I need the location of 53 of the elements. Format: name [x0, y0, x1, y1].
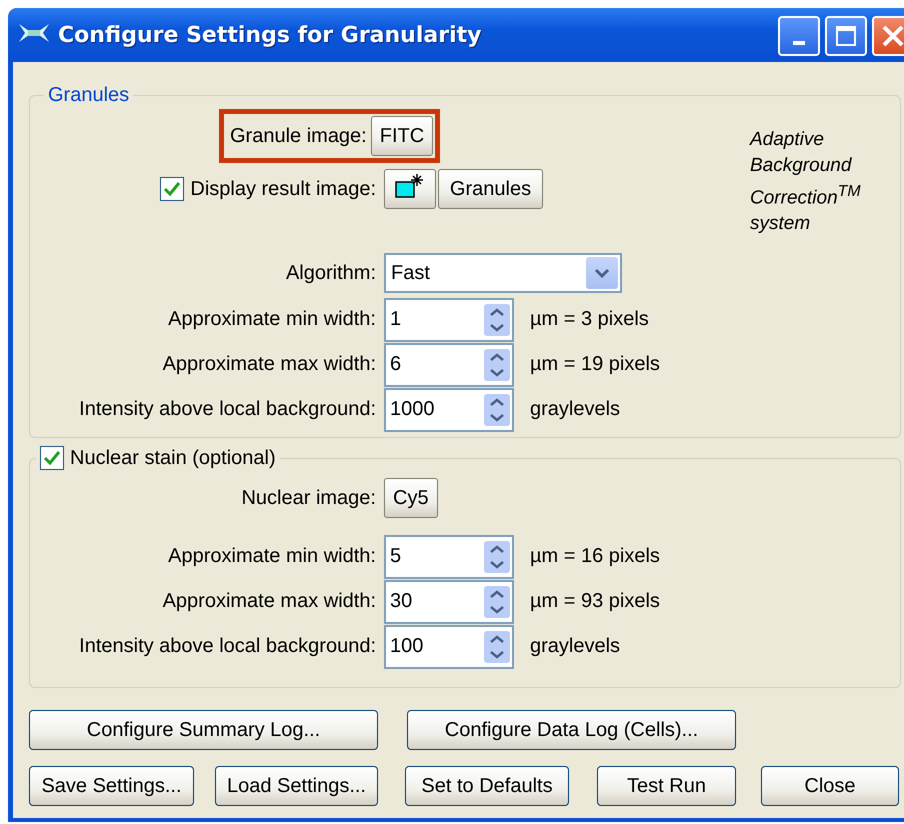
unit-label: µm = 93 pixels	[530, 590, 660, 613]
unit-label: graylevels	[530, 398, 620, 421]
dialog-button[interactable]: Configure Data Log (Cells)...	[407, 710, 736, 750]
spinner-arrows-icon[interactable]	[484, 304, 510, 336]
field-label: Intensity above local background:	[79, 398, 376, 421]
field-label: Nuclear image:	[241, 486, 376, 510]
spin-field[interactable]: 6	[384, 342, 514, 386]
spin-field[interactable]: 5	[384, 534, 514, 578]
field-label: Granule image:	[230, 124, 367, 148]
field-label: Approximate max width:	[162, 353, 376, 376]
window-title: Configure Settings for Granularity	[58, 22, 482, 48]
spinner-arrows-icon[interactable]	[484, 348, 510, 380]
image-display-button[interactable]	[384, 169, 436, 209]
spin-field[interactable]: 1000	[384, 388, 514, 432]
note-text: Adaptive Background Correction$^{TM}$ system	[750, 128, 862, 236]
close-window-button[interactable]	[872, 16, 904, 56]
spinner-arrows-icon[interactable]	[484, 586, 510, 618]
channel-button[interactable]: FITC	[370, 116, 434, 156]
result-image-button[interactable]: Granules	[438, 169, 543, 209]
field-label: Algorithm:	[286, 262, 376, 285]
unit-label: µm = 16 pixels	[530, 545, 660, 568]
unit-label: µm = 3 pixels	[530, 308, 649, 331]
dialog-button[interactable]: Load Settings...	[215, 766, 378, 806]
maximize-icon	[835, 25, 857, 47]
spin-field[interactable]: 30	[384, 580, 514, 624]
unit-label: µm = 19 pixels	[530, 353, 660, 376]
image-window-icon	[395, 173, 425, 199]
field-label: Approximate max width:	[162, 590, 376, 613]
spinner-arrows-icon[interactable]	[484, 630, 510, 662]
maximize-button[interactable]	[825, 16, 867, 56]
spinner-arrows-icon[interactable]	[484, 540, 510, 572]
spinner-arrows-icon[interactable]	[484, 394, 510, 426]
algorithm-dropdown[interactable]: Fast	[384, 253, 622, 293]
dialog-button[interactable]: Set to Defaults	[405, 766, 569, 806]
spin-field[interactable]: 1	[384, 298, 514, 342]
checkbox-label: Nuclear stain (optional)	[70, 446, 276, 470]
dialog-button[interactable]: Close	[761, 766, 899, 806]
checkbox-label: Display result image:	[190, 178, 376, 200]
dialog-button[interactable]: Save Settings...	[29, 766, 194, 806]
minimize-button[interactable]	[778, 16, 820, 56]
close-icon	[881, 24, 904, 48]
field-label: Intensity above local background:	[79, 635, 376, 658]
minimize-icon	[793, 41, 805, 45]
field-label: Approximate min width:	[168, 308, 376, 331]
dialog-button[interactable]: Test Run	[597, 766, 736, 806]
field-label: Approximate min width:	[168, 545, 376, 568]
dialog-button[interactable]: Configure Summary Log...	[29, 710, 378, 750]
channel-button[interactable]: Cy5	[384, 478, 438, 518]
unit-label: graylevels	[530, 635, 620, 658]
checkbox[interactable]	[40, 446, 64, 470]
group-title: Granules	[48, 84, 130, 107]
spin-field[interactable]: 100	[384, 624, 514, 668]
checkbox[interactable]	[160, 177, 184, 201]
